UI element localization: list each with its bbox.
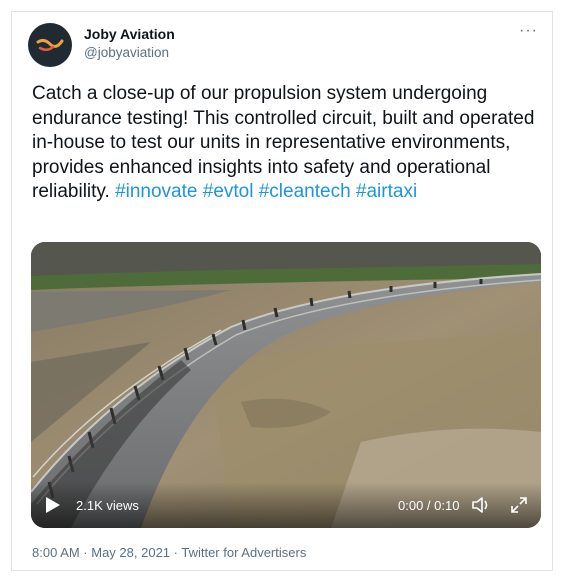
view-count: 2.1K views bbox=[76, 498, 139, 513]
tweet-timestamp[interactable]: 8:00 AM · May 28, 2021 · Twitter for Adv… bbox=[32, 545, 306, 560]
joby-logo-icon bbox=[36, 38, 64, 51]
video-controls: 2.1K views 0:00 / 0:10 bbox=[31, 482, 541, 528]
hashtag-innovate[interactable]: #innovate bbox=[115, 181, 197, 202]
avatar[interactable] bbox=[28, 23, 72, 67]
more-options-icon[interactable]: ··· bbox=[519, 22, 538, 40]
hashtag-evtol[interactable]: #evtol bbox=[203, 181, 254, 202]
video-player[interactable]: 2.1K views 0:00 / 0:10 bbox=[31, 242, 541, 528]
video-time: 0:00 / 0:10 bbox=[398, 498, 460, 513]
fullscreen-icon[interactable] bbox=[509, 495, 529, 515]
tweet-text: Catch a close-up of our propulsion syste… bbox=[32, 82, 542, 205]
hashtag-cleantech[interactable]: #cleantech bbox=[259, 181, 351, 202]
author-handle[interactable]: @jobyaviation bbox=[84, 45, 169, 60]
play-icon[interactable] bbox=[45, 496, 61, 514]
author-name[interactable]: Joby Aviation bbox=[84, 26, 175, 42]
volume-icon[interactable] bbox=[471, 495, 491, 515]
hashtag-airtaxi[interactable]: #airtaxi bbox=[356, 181, 417, 202]
